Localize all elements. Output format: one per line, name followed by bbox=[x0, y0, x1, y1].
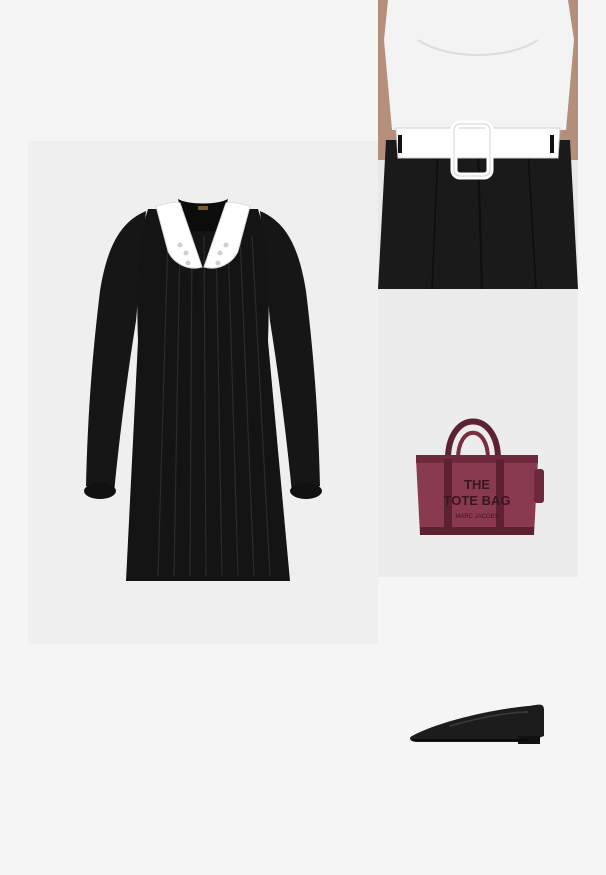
dress-product-image[interactable] bbox=[28, 141, 378, 644]
tote-bag-product-image[interactable]: THE TOTE BAG MARC JACOBS bbox=[378, 289, 578, 577]
belt-product-image[interactable] bbox=[378, 0, 578, 289]
dress-illustration bbox=[84, 199, 322, 581]
belt-illustration bbox=[378, 0, 578, 289]
flat-shoe-product-image[interactable] bbox=[378, 650, 578, 800]
bag-print-tote-bag: TOTE BAG bbox=[444, 493, 511, 508]
bag-print-brand: MARC JACOBS bbox=[455, 514, 498, 520]
tote-bag-illustration: THE TOTE BAG MARC JACOBS bbox=[416, 418, 544, 535]
flat-shoe-illustration bbox=[410, 704, 544, 744]
bag-print-the: THE bbox=[464, 477, 490, 492]
